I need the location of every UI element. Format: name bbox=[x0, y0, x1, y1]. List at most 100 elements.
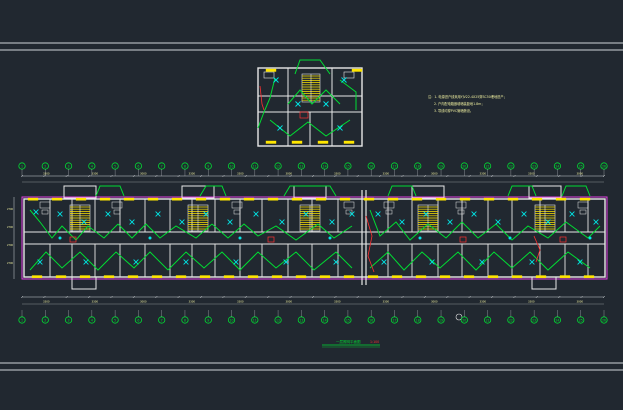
window bbox=[99, 197, 111, 201]
dimension-label-left: 2700 bbox=[7, 244, 14, 247]
window bbox=[411, 197, 423, 201]
window bbox=[151, 275, 163, 279]
grid-label: 14 bbox=[323, 164, 327, 168]
switch-marker bbox=[238, 236, 242, 240]
grid-label: 20 bbox=[462, 318, 466, 322]
grid-label: 21 bbox=[486, 318, 490, 322]
grid-label: 7 bbox=[161, 318, 163, 322]
dimension-label-top: 3300 bbox=[528, 172, 535, 176]
window bbox=[535, 275, 547, 279]
window bbox=[55, 275, 67, 279]
grid-label: 6 bbox=[137, 318, 139, 322]
window bbox=[559, 275, 571, 279]
window bbox=[343, 275, 355, 279]
grid-label: 20 bbox=[462, 164, 466, 168]
window bbox=[507, 197, 519, 201]
grid-label: 16 bbox=[369, 164, 373, 168]
window bbox=[291, 197, 303, 201]
grid-label: 10 bbox=[229, 164, 233, 168]
grid-label: 22 bbox=[509, 318, 513, 322]
note-line-2: 2. 户内配电箱嵌墙暗装距地1.8m； bbox=[434, 101, 484, 106]
grid-label: 1 bbox=[21, 164, 23, 168]
window bbox=[267, 197, 279, 201]
grid-label: 25 bbox=[579, 164, 583, 168]
grid-label: 5 bbox=[114, 164, 116, 168]
grid-label: 15 bbox=[346, 164, 350, 168]
grid-label: 12 bbox=[276, 318, 280, 322]
grid-label: 9 bbox=[207, 164, 209, 168]
dimension-label-bottom: 3000 bbox=[140, 300, 147, 304]
grid-label: 14 bbox=[323, 318, 327, 322]
window bbox=[75, 197, 87, 201]
grid-label: 2 bbox=[44, 318, 46, 322]
window bbox=[555, 197, 567, 201]
switch-marker bbox=[328, 236, 332, 240]
dimension-label-top: 3300 bbox=[479, 172, 486, 176]
detail-window bbox=[351, 68, 363, 72]
window bbox=[339, 197, 351, 201]
grid-label: 11 bbox=[253, 164, 257, 168]
window bbox=[583, 275, 595, 279]
window bbox=[315, 197, 327, 201]
window bbox=[483, 197, 495, 201]
dimension-label-top: 3300 bbox=[43, 172, 50, 176]
grid-label: 19 bbox=[439, 164, 443, 168]
note-line-3: 3. 导线均穿PVC管暗敷设。 bbox=[434, 108, 473, 113]
dimension-label-bottom: 3000 bbox=[431, 300, 438, 304]
drawing-title: 一层照明平面图 bbox=[336, 339, 361, 344]
dimension-label-top: 3000 bbox=[140, 172, 147, 176]
detail-window bbox=[291, 140, 303, 144]
grid-label: 5 bbox=[114, 318, 116, 322]
grid-label: 2 bbox=[44, 164, 46, 168]
grid-label: 26 bbox=[602, 164, 606, 168]
cad-drawing-canvas: 注：1. 电源进户线采用YJV22-4X25穿SC50埋地进户； 2. 户内配电… bbox=[0, 0, 623, 410]
grid-label: 17 bbox=[392, 164, 396, 168]
window bbox=[195, 197, 207, 201]
window bbox=[127, 275, 139, 279]
window bbox=[511, 275, 523, 279]
window bbox=[387, 197, 399, 201]
drawing-scale: 1:100 bbox=[370, 340, 379, 344]
dimension-label-top: 3300 bbox=[237, 172, 244, 176]
grid-label: 4 bbox=[91, 318, 93, 322]
window bbox=[123, 197, 135, 201]
grid-label: 1 bbox=[21, 318, 23, 322]
detail-window bbox=[265, 140, 277, 144]
grid-label: 16 bbox=[369, 318, 373, 322]
dimension-label-bottom: 3300 bbox=[479, 300, 486, 304]
dimension-label-top: 3000 bbox=[285, 172, 292, 176]
detail-window bbox=[317, 140, 329, 144]
grid-label: 23 bbox=[532, 164, 536, 168]
window bbox=[319, 275, 331, 279]
window bbox=[531, 197, 543, 201]
grid-label: 9 bbox=[207, 318, 209, 322]
switch-marker bbox=[148, 236, 152, 240]
grid-label: 3 bbox=[68, 164, 70, 168]
grid-label: 11 bbox=[253, 318, 257, 322]
grid-label: 21 bbox=[486, 164, 490, 168]
window bbox=[103, 275, 115, 279]
dimension-label-top: 3300 bbox=[382, 172, 389, 176]
grid-label: 23 bbox=[532, 318, 536, 322]
dimension-label-bottom: 3300 bbox=[91, 300, 98, 304]
window bbox=[295, 275, 307, 279]
window bbox=[51, 197, 63, 201]
grid-label: 17 bbox=[392, 318, 396, 322]
window bbox=[147, 197, 159, 201]
dimension-label-bottom: 3000 bbox=[285, 300, 292, 304]
grid-label: 10 bbox=[229, 318, 233, 322]
window bbox=[31, 275, 43, 279]
detail-window bbox=[343, 140, 355, 144]
window bbox=[247, 275, 259, 279]
dimension-label-bottom: 3300 bbox=[188, 300, 195, 304]
window bbox=[271, 275, 283, 279]
dimension-label-top: 3300 bbox=[188, 172, 195, 176]
stair-core bbox=[534, 204, 556, 232]
grid-label: 26 bbox=[602, 318, 606, 322]
grid-label: 18 bbox=[416, 164, 420, 168]
window bbox=[79, 275, 91, 279]
window bbox=[223, 275, 235, 279]
grid-label: 12 bbox=[276, 164, 280, 168]
window bbox=[415, 275, 427, 279]
grid-label: 6 bbox=[137, 164, 139, 168]
